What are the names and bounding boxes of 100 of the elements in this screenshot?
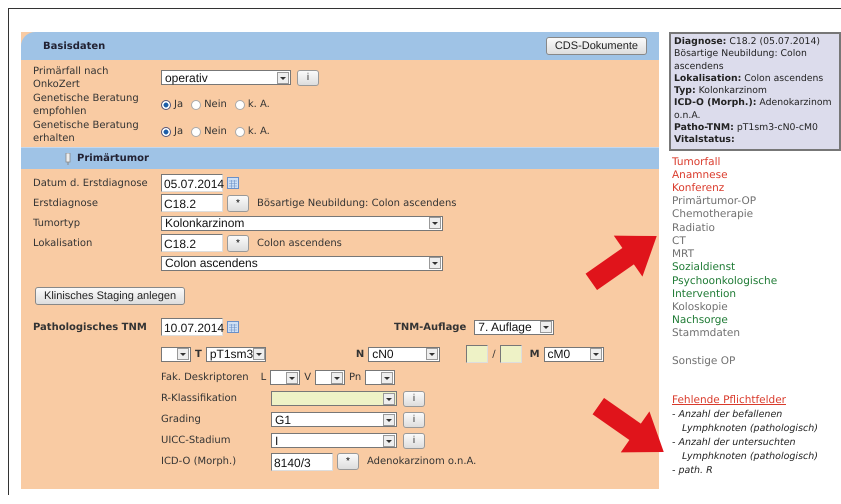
caret-icon <box>590 348 602 360</box>
caret-icon <box>381 372 394 384</box>
missing-fields-link[interactable]: Fehlende Pflichtfelder <box>672 394 786 406</box>
dropdown[interactable]: G1 <box>271 412 397 427</box>
code-field[interactable]: C18.2 <box>161 234 223 252</box>
section-title: Primärtumor <box>77 153 149 164</box>
field-label: Pathologisches TNM <box>33 322 148 332</box>
caret-icon <box>253 348 266 360</box>
input-field[interactable] <box>466 345 488 363</box>
dropdown[interactable]: cN0 <box>368 346 440 362</box>
info-button[interactable]: i <box>403 432 425 448</box>
radio-button[interactable] <box>234 126 245 136</box>
caret-icon <box>383 392 395 404</box>
radio-button[interactable] <box>191 100 202 110</box>
dropdown[interactable] <box>365 370 396 385</box>
missing-field-item: - path. R <box>672 464 714 478</box>
code-description: Bösartige Neubildung: Colon ascendens <box>257 198 456 208</box>
radio-button[interactable] <box>161 100 171 110</box>
nav-link[interactable]: Koloskopie <box>672 300 841 314</box>
field-label: R-Klassifikation <box>161 393 238 404</box>
caret-icon <box>177 348 189 360</box>
summary-line: Lokalisation: Colon ascendens <box>674 72 824 86</box>
documents-button[interactable]: CDS-Dokumente <box>546 37 647 55</box>
dropdown[interactable]: operativ <box>161 70 291 85</box>
nav-link[interactable]: Konferenz <box>672 182 841 196</box>
code-description: Adenokarzinom o.n.A. <box>367 456 476 467</box>
staging-button[interactable]: Klinisches Staging anlegen <box>35 287 186 305</box>
caret-icon <box>383 414 395 426</box>
nav-link[interactable]: Psychoonkologische Intervention <box>672 274 841 301</box>
nav-link[interactable]: MRT <box>672 248 841 262</box>
field-label: Genetische Beratung empfohlen <box>33 92 140 118</box>
field-label: Grading <box>161 414 202 425</box>
nav-link[interactable]: Sonstige OP <box>672 354 841 368</box>
dropdown[interactable] <box>161 346 191 362</box>
radio-label: Nein <box>204 99 227 110</box>
nav-link[interactable]: Primärtumor-OP <box>672 195 841 208</box>
field-label: Pn <box>349 372 362 383</box>
field-label: M <box>530 348 540 360</box>
caret-icon <box>426 348 438 360</box>
info-button[interactable]: i <box>297 70 319 86</box>
radio-label: Nein <box>204 126 227 137</box>
search-button[interactable]: * <box>227 234 249 252</box>
radio-label: k. A. <box>248 99 270 110</box>
field-label: Fak. Deskriptoren <box>161 372 249 383</box>
nav-link[interactable]: Stammdaten <box>672 327 841 341</box>
dropdown[interactable] <box>270 370 300 385</box>
info-button[interactable]: i <box>403 412 425 428</box>
field-label: N <box>356 348 364 360</box>
nav-link[interactable]: Tumorfall <box>672 156 841 169</box>
caret-icon <box>331 372 344 384</box>
field-label: L <box>260 372 266 383</box>
dropdown[interactable] <box>271 391 397 406</box>
caret-icon <box>429 217 441 229</box>
radio-label: Ja <box>174 126 184 137</box>
pin-icon <box>65 152 71 164</box>
code-field[interactable]: C18.2 <box>161 194 223 212</box>
summary-line: Diagnose: C18.2 (05.07.2014) Bösartige Neubildung: Colon ascendens <box>674 36 821 73</box>
code-field[interactable]: 8140/3 <box>271 452 333 470</box>
missing-field-item: - Anzahl der befallenen Lymphknoten (pathologisch) <box>672 408 819 436</box>
field-label: Datum d. Erstdiagnose <box>33 178 149 188</box>
radio-button[interactable] <box>191 126 202 136</box>
search-button[interactable]: * <box>337 453 359 470</box>
radio-button[interactable] <box>234 100 245 110</box>
field-label: T <box>195 348 202 360</box>
dropdown[interactable]: pT1sm3 <box>206 346 266 362</box>
nav-link[interactable]: Sozialdienst <box>672 261 841 274</box>
radio-button[interactable] <box>161 126 171 136</box>
summary-line: Patho-TNM: pT1sm3-cN0-cM0 <box>674 122 819 134</box>
dropdown[interactable]: cM0 <box>544 346 604 362</box>
field-label: UICC-Stadium <box>161 435 232 446</box>
calendar-icon[interactable] <box>227 177 239 189</box>
nav-link[interactable]: CT <box>672 234 841 248</box>
nav-link[interactable]: Nachsorge <box>672 314 841 328</box>
info-button[interactable]: i <box>403 390 425 406</box>
dropdown[interactable] <box>315 370 346 385</box>
field-label: Lokalisation <box>33 238 94 248</box>
dropdown[interactable]: 7. Auflage <box>474 320 554 334</box>
nav-link[interactable]: Chemotherapie <box>672 208 841 222</box>
field-label: Primärfall nach OnkoZert <box>33 64 110 90</box>
nav-link[interactable]: Anamnese <box>672 168 841 182</box>
summary-line: Typ: Kolonkarzinom <box>674 85 768 98</box>
dropdown[interactable]: I <box>271 433 397 448</box>
calendar-icon[interactable] <box>227 321 239 333</box>
radio-label: Ja <box>174 99 184 110</box>
caret-icon <box>540 321 552 333</box>
section-title: Basisdaten <box>43 40 106 52</box>
date-field[interactable]: 10.07.2014 <box>161 318 223 336</box>
radio-label: k. A. <box>248 126 270 137</box>
date-field[interactable]: 05.07.2014 <box>161 174 223 192</box>
input-field[interactable] <box>500 345 522 363</box>
search-button[interactable]: * <box>227 194 249 212</box>
summary-line: Vitalstatus: <box>674 134 736 147</box>
dropdown[interactable]: Kolonkarzinom <box>161 216 443 230</box>
nav-link[interactable]: Radiatio <box>672 222 841 235</box>
code-description: Colon ascendens <box>257 238 342 248</box>
missing-field-item: - Anzahl der untersuchten Lymphknoten (pathologisch) <box>672 436 819 464</box>
caret-icon <box>383 434 395 446</box>
dropdown[interactable]: Colon ascendens <box>161 256 443 270</box>
separator-text: / <box>492 348 496 360</box>
summary-line: ICD-O (Morph.): Adenokarzinom o.n.A. <box>674 97 833 122</box>
